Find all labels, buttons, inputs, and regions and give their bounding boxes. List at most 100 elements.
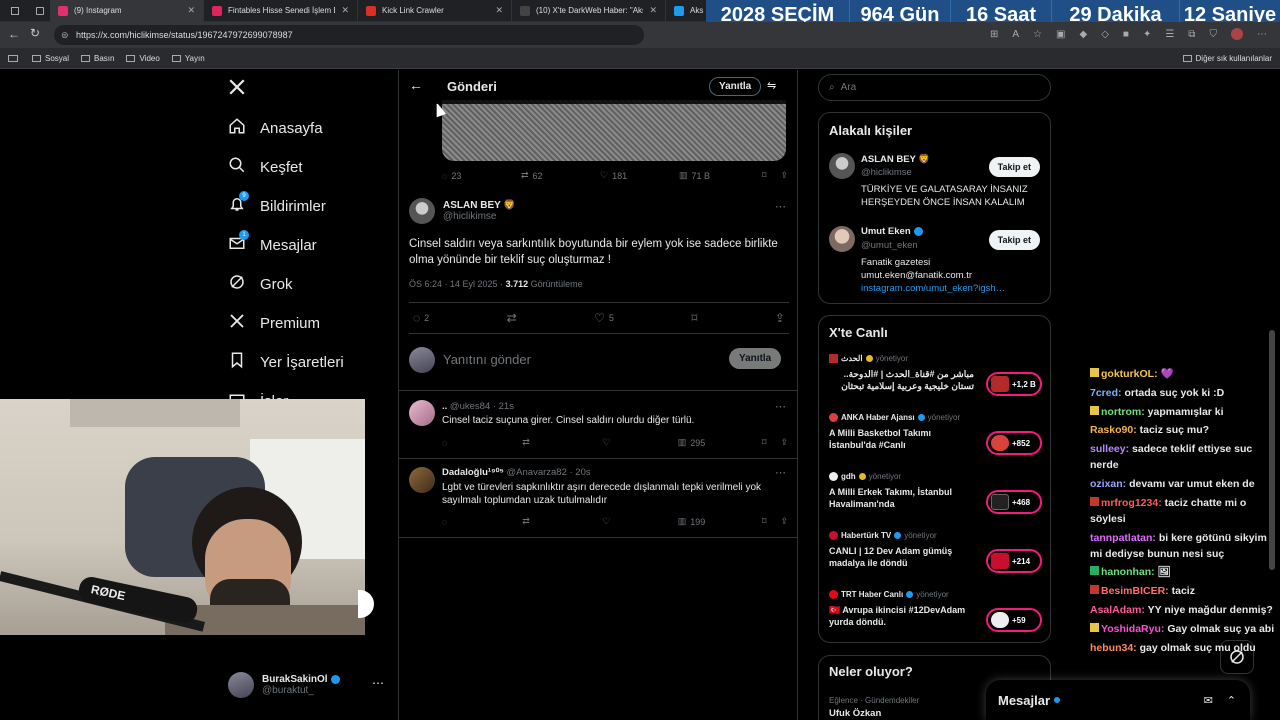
bookmark-folder[interactable]: Video bbox=[126, 54, 160, 63]
related-person[interactable]: ASLAN BEY 🦁 @hiclikimse bbox=[861, 154, 981, 178]
views-action[interactable]: ▥ 199 bbox=[678, 516, 758, 527]
bookmark-icon[interactable]: ⌑ bbox=[762, 516, 767, 527]
share-icon[interactable]: ⇪ bbox=[780, 437, 788, 448]
more-menu-icon[interactable]: ⋯ bbox=[1257, 29, 1267, 40]
share-icon[interactable]: ⇪ bbox=[780, 170, 788, 181]
collections-icon[interactable]: ⧉ bbox=[1188, 29, 1195, 40]
other-bookmarks[interactable]: Diğer sık kullanılanlar bbox=[1182, 54, 1272, 63]
nav-item-notifications[interactable]: 9 Bildirimler bbox=[228, 191, 326, 217]
share-icon[interactable]: ⇪ bbox=[780, 516, 788, 527]
tweet-actions: ◌ 2 ⇄ ♡ 5 ⌑ ⇪ bbox=[413, 311, 785, 325]
views-action[interactable]: ▥ 295 bbox=[678, 437, 758, 448]
nav-item-explore[interactable]: Keşfet bbox=[228, 156, 303, 178]
live-item[interactable]: gdh yönetiyor A Milli Erkek Takımı, İstan… bbox=[829, 472, 1042, 522]
heart-icon[interactable]: ♡ bbox=[602, 516, 673, 527]
sliders-icon[interactable]: ⇋ bbox=[767, 79, 776, 92]
tweet-author[interactable]: ASLAN BEY 🦁 @hiclikimse bbox=[409, 198, 516, 224]
profile-link[interactable]: instagram.com/umut_eken?igsh… bbox=[861, 283, 1005, 294]
back-arrow-icon[interactable]: ← bbox=[409, 77, 423, 93]
nav-item-home[interactable]: Anasayfa bbox=[228, 117, 323, 139]
repost-icon[interactable]: ⇄ bbox=[522, 437, 598, 448]
live-item[interactable]: ANKA Haber Ajansı yönetiyor A Milli Baske… bbox=[829, 413, 1042, 463]
chat-badge-icon bbox=[1090, 566, 1099, 576]
bookmark-toggle-icon[interactable] bbox=[8, 54, 18, 62]
bookmark-icon[interactable]: ⌑ bbox=[762, 170, 767, 181]
reply-action[interactable]: ◌ 23 bbox=[442, 171, 517, 181]
close-tab-icon[interactable]: ✕ bbox=[649, 5, 657, 16]
account-more-icon[interactable]: ⋯ bbox=[372, 676, 384, 690]
new-message-icon[interactable]: ✉ bbox=[1204, 694, 1213, 707]
related-person[interactable]: Umut Eken bbox=[861, 226, 923, 237]
nav-item-messages[interactable]: 1 Mesajlar bbox=[228, 230, 317, 256]
shield-icon[interactable]: ⛉ bbox=[1209, 29, 1217, 40]
views-action[interactable]: ▥ 71 B bbox=[679, 170, 758, 181]
reply-input[interactable]: Yanıtını gönder bbox=[443, 352, 531, 367]
window-icon[interactable] bbox=[11, 6, 19, 15]
tab-list-icon[interactable] bbox=[36, 6, 44, 15]
bookmark-folder[interactable]: Sosyal bbox=[32, 54, 69, 63]
profile-avatar[interactable] bbox=[1230, 28, 1243, 40]
bookmark-folder[interactable]: Yayın bbox=[171, 54, 205, 63]
live-item[interactable]: Habertürk TV yönetiyor CANLI | 12 Dev Ada… bbox=[829, 531, 1042, 581]
verified-icon bbox=[913, 227, 923, 236]
live-item[interactable]: TRT Haber Canlı yönetiyor 🇹🇷 Avrupa ikinc… bbox=[829, 590, 1042, 640]
read-aloud-icon[interactable]: A bbox=[1012, 29, 1019, 40]
repost-icon[interactable]: ⇄ bbox=[522, 516, 598, 527]
messages-drawer[interactable]: Mesajlar ✉ ⌃ bbox=[986, 680, 1250, 720]
more-options-icon[interactable]: ⋯ bbox=[775, 400, 786, 413]
expand-icon[interactable]: ⌃ bbox=[1227, 694, 1236, 707]
like-action[interactable]: ♡ 181 bbox=[600, 170, 675, 181]
site-info-icon[interactable]: ⊜ bbox=[61, 25, 69, 45]
browser-tab[interactable]: Kick Link Crawler ✕ bbox=[358, 0, 512, 22]
more-options-icon[interactable]: ⋯ bbox=[775, 466, 786, 479]
chat-message: AsalAdam: YY niye mağdur denmiş? bbox=[1090, 603, 1273, 616]
nav-item-premium[interactable]: Premium bbox=[228, 312, 320, 334]
like-action[interactable]: ♡ 5 bbox=[594, 311, 614, 325]
follow-button[interactable]: Takip et bbox=[988, 157, 1040, 177]
follow-button[interactable]: Takip et bbox=[988, 230, 1040, 250]
x-logo-icon[interactable] bbox=[228, 78, 246, 101]
media-image[interactable] bbox=[442, 100, 786, 161]
close-tab-icon[interactable]: ✕ bbox=[187, 5, 195, 16]
repost-action[interactable]: ⇄ 62 bbox=[521, 170, 596, 181]
bookmark-icon[interactable]: ⌑ bbox=[762, 437, 767, 448]
trend-item[interactable]: Ufuk Özkan bbox=[829, 708, 881, 719]
live-item[interactable]: الحدث yönetiyor مباشر من #قناة_الحدث | #ا… bbox=[829, 354, 1042, 404]
share-icon[interactable]: ⇪ bbox=[775, 311, 785, 325]
bookmark-folder[interactable]: Basın bbox=[81, 54, 114, 63]
extension-icon[interactable]: ■ bbox=[1123, 29, 1129, 40]
browser-tab[interactable]: (9) Instagram ✕ bbox=[50, 0, 204, 22]
favorites-icon[interactable]: ☰ bbox=[1165, 29, 1174, 40]
nav-item-bookmarks[interactable]: Yer İşaretleri bbox=[228, 351, 344, 373]
heart-icon[interactable]: ♡ bbox=[602, 437, 673, 448]
repost-icon[interactable]: ⇄ bbox=[507, 311, 517, 325]
reload-icon[interactable]: ↻ bbox=[30, 26, 40, 40]
reply-icon[interactable]: ◌ bbox=[442, 438, 518, 448]
extension-icon[interactable]: ◆ bbox=[1079, 29, 1087, 40]
reply-icon[interactable]: ◌ bbox=[442, 517, 518, 527]
close-tab-icon[interactable]: ✕ bbox=[495, 5, 503, 16]
reply-action[interactable]: ◌ 2 bbox=[413, 311, 429, 325]
extension-icon[interactable]: ◇ bbox=[1101, 29, 1109, 40]
favorite-star-icon[interactable]: ☆ bbox=[1033, 29, 1042, 40]
reply-header-button[interactable]: Yanıtla bbox=[709, 77, 762, 96]
scroll-to-top-button[interactable] bbox=[358, 590, 374, 618]
reply-header: Dadaloğlu¹⁹⁰⁵ @Anavarza82 · 20s bbox=[442, 467, 591, 478]
extensions-puzzle-icon[interactable]: ✦ bbox=[1143, 29, 1151, 40]
search-input[interactable]: ⌕ Ara bbox=[818, 74, 1051, 101]
browser-tab[interactable]: Fintables Hisse Senedi İşlem Ek ✕ bbox=[204, 0, 358, 22]
avatar bbox=[228, 672, 254, 698]
reply-submit-button[interactable]: Yanıtla bbox=[729, 348, 782, 369]
bookmark-icon[interactable]: ⌑ bbox=[691, 311, 697, 325]
url-field[interactable]: ⊜ https://x.com/hiclikimse/status/196724… bbox=[54, 25, 644, 45]
nav-item-grok[interactable]: Grok bbox=[228, 273, 293, 295]
avatar bbox=[409, 400, 435, 426]
browser-tab[interactable]: (10) X'te DarkWeb Haber: "Aksa ✕ bbox=[512, 0, 666, 22]
verified-icon bbox=[330, 675, 340, 684]
extension-icon[interactable]: ▣ bbox=[1056, 29, 1065, 40]
more-options-icon[interactable]: ⋯ bbox=[775, 200, 786, 213]
close-tab-icon[interactable]: ✕ bbox=[341, 5, 349, 16]
install-app-icon[interactable]: ⊞ bbox=[990, 29, 998, 40]
back-icon[interactable]: ← bbox=[8, 27, 20, 41]
account-switcher[interactable]: BurakSakinOl @buraktut_ bbox=[228, 672, 340, 698]
